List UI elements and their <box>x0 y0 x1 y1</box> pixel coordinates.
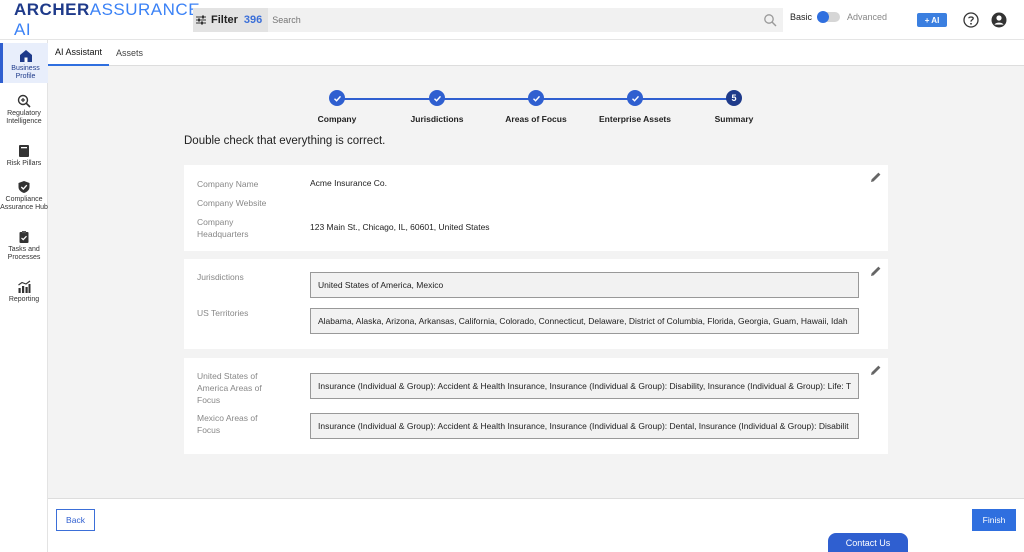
step-jurisdictions[interactable]: Jurisdictions <box>387 90 487 124</box>
step-enterprise-assets[interactable]: Enterprise Assets <box>585 90 685 124</box>
mexico-areas-of-focus-field[interactable]: Insurance (Individual & Group): Accident… <box>310 413 859 439</box>
progress-stepper: Company Jurisdictions Areas of Focus Ent… <box>300 90 770 124</box>
mode-toggle[interactable] <box>817 11 841 23</box>
sidebar-item-label: Reporting <box>8 296 40 303</box>
sidebar-item-reporting[interactable]: Reporting <box>0 280 48 304</box>
sliders-icon <box>196 15 206 25</box>
check-icon <box>433 95 441 102</box>
search-input[interactable] <box>268 15 783 25</box>
tab-ai-assistant[interactable]: AI Assistant <box>48 40 110 66</box>
pencil-edit-icon[interactable] <box>870 171 882 183</box>
us-areas-of-focus-field[interactable]: Insurance (Individual & Group): Accident… <box>310 373 859 399</box>
company-name-value: Acme Insurance Co. <box>310 178 388 188</box>
magnify-plus-icon <box>17 94 31 108</box>
check-icon <box>631 95 639 102</box>
search-bar: Filter 396 <box>193 8 783 32</box>
shield-check-icon <box>18 181 30 193</box>
sidebar-item-label: Tasks and Processes <box>7 246 41 261</box>
sidebar-item-regulatory-intelligence[interactable]: Regulatory Intelligence <box>0 94 48 126</box>
pencil-edit-icon[interactable] <box>870 364 882 376</box>
company-summary-card: Company Name Acme Insurance Co. Company … <box>184 165 888 251</box>
filter-button[interactable]: Filter 396 <box>193 8 269 32</box>
sidebar-item-risk-pillars[interactable]: Risk Pillars <box>0 144 48 168</box>
mode-basic-label: Basic <box>790 12 813 22</box>
jurisdictions-field[interactable]: United States of America, Mexico <box>310 272 859 298</box>
sidebar-item-label: Business Profile <box>11 65 40 80</box>
us-territories-label: US Territories <box>197 308 249 318</box>
page-heading: Double check that everything is correct. <box>184 135 386 147</box>
sidebar-item-label: Risk Pillars <box>6 160 42 167</box>
ai-button[interactable]: + AI <box>917 13 947 27</box>
step-summary[interactable]: 5 Summary <box>684 90 784 124</box>
step-label: Summary <box>714 114 754 124</box>
brand-bold: ARCHER <box>14 0 90 19</box>
step-label: Jurisdictions <box>410 114 464 124</box>
step-areas-of-focus[interactable]: Areas of Focus <box>486 90 586 124</box>
contact-us-button[interactable]: Contact Us <box>828 533 908 552</box>
sidebar-item-tasks-and-processes[interactable]: Tasks and Processes <box>0 230 48 262</box>
tab-bar: AI Assistant Assets <box>48 40 1024 66</box>
clipboard-icon <box>19 231 29 243</box>
top-header: ARCHERASSURANCE AI Filter 396 Basic Adva… <box>0 0 1024 40</box>
pencil-edit-icon[interactable] <box>870 265 882 277</box>
step-check-circle <box>627 90 643 106</box>
mexico-areas-of-focus-label: Mexico Areas of Focus <box>197 413 258 435</box>
mode-advanced-label: Advanced <box>847 12 888 22</box>
us-territories-field[interactable]: Alabama, Alaska, Arizona, Arkansas, Cali… <box>310 308 859 334</box>
jurisdictions-summary-card: Jurisdictions United States of America, … <box>184 259 888 349</box>
help-icon[interactable] <box>963 12 979 28</box>
search-icon[interactable] <box>763 13 777 27</box>
step-label: Areas of Focus <box>505 114 567 124</box>
finish-button[interactable]: Finish <box>972 509 1016 531</box>
company-website-label: Company Website <box>197 198 267 208</box>
brand-logo[interactable]: ARCHERASSURANCE AI <box>0 0 200 40</box>
jurisdictions-label: Jurisdictions <box>197 272 244 282</box>
toggle-knob <box>817 11 830 23</box>
sidebar-item-compliance-assurance-hub[interactable]: Compliance Assurance Hub <box>0 180 48 212</box>
user-account-icon[interactable] <box>991 12 1007 28</box>
sidebar-item-label: Compliance Assurance Hub <box>0 196 48 211</box>
step-check-circle <box>429 90 445 106</box>
step-company[interactable]: Company <box>287 90 387 124</box>
areas-of-focus-summary-card: United States of America Areas of Focus … <box>184 358 888 454</box>
chart-icon <box>18 280 31 293</box>
sidebar-item-business-profile[interactable]: Business Profile <box>0 43 48 83</box>
step-check-circle <box>329 90 345 106</box>
us-areas-of-focus-label: United States of America Areas of Focus <box>197 371 262 405</box>
book-icon <box>19 145 29 157</box>
step-label: Company <box>317 114 357 124</box>
company-hq-label: Company Headquarters <box>197 217 249 239</box>
tab-assets[interactable]: Assets <box>109 40 150 66</box>
step-number-circle: 5 <box>726 90 742 106</box>
filter-label: Filter <box>211 14 238 26</box>
mode-switch: Basic Advanced <box>790 11 888 23</box>
sidebar-item-label: Regulatory Intelligence <box>6 110 42 125</box>
company-name-label: Company Name <box>197 179 259 189</box>
step-label: Enterprise Assets <box>599 114 671 124</box>
step-check-circle <box>528 90 544 106</box>
back-button[interactable]: Back <box>56 509 95 531</box>
company-hq-value: 123 Main St., Chicago, IL, 60601, United… <box>310 222 490 232</box>
check-icon <box>532 95 540 102</box>
sidebar: Business Profile Regulatory Intelligence… <box>0 40 48 552</box>
home-icon <box>19 50 32 62</box>
filter-count: 396 <box>243 14 263 26</box>
check-icon <box>333 95 341 102</box>
